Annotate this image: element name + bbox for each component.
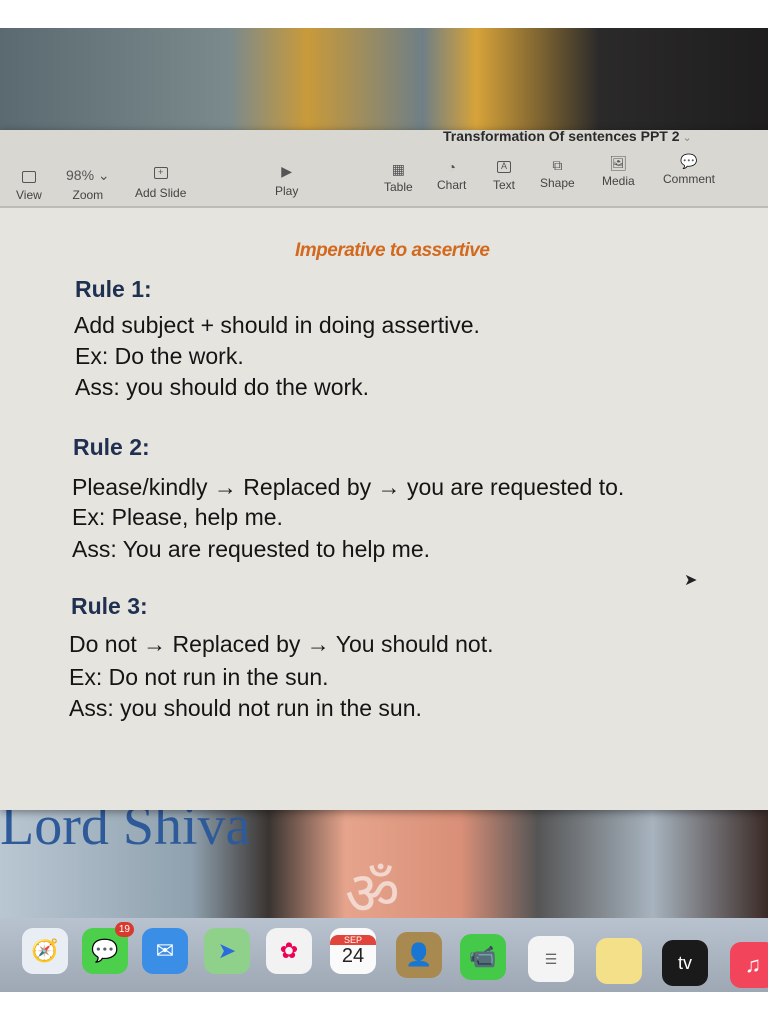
dock: 🧭 💬 19 ✉ ➤ ✿ SEP 24 👤 📹 ☰ tv ♫ bbox=[0, 918, 768, 992]
rule-3-title: Rule 3: bbox=[71, 593, 148, 619]
messages-icon[interactable]: 💬 19 bbox=[82, 922, 134, 974]
add-slide-button[interactable]: + Add Slide bbox=[135, 162, 186, 200]
calendar-icon[interactable]: SEP 24 bbox=[330, 928, 376, 974]
media-button[interactable]: 🖼 Media bbox=[602, 152, 635, 189]
comment-button[interactable]: 💬 Comment bbox=[663, 150, 715, 187]
zoom-button[interactable]: 98% ⌄ Zoom bbox=[66, 164, 110, 203]
comment-icon: 💬 bbox=[680, 152, 698, 169]
slide-heading: Imperative to assertive bbox=[295, 240, 490, 261]
play-button[interactable]: ▶ Play bbox=[275, 160, 298, 199]
rule-3-line: Ex: Do not run in the sun. bbox=[69, 664, 329, 690]
text-icon: A bbox=[497, 156, 511, 178]
messages-badge: 19 bbox=[114, 922, 134, 937]
notes-icon[interactable] bbox=[596, 938, 642, 984]
rule-1-line: Add subject + should in doing assertive. bbox=[74, 312, 480, 338]
toolbar: Transformation Of sentences PPT 2 ⌄ View … bbox=[0, 128, 768, 208]
shape-icon: ⧉ bbox=[552, 156, 563, 173]
text-button[interactable]: A Text bbox=[493, 156, 515, 192]
chart-button[interactable]: ◔ Chart bbox=[437, 156, 466, 192]
rule-2-line: Ex: Please, help me. bbox=[72, 504, 283, 530]
rule-1-line: Ass: you should do the work. bbox=[75, 374, 370, 400]
rule-2-line: Ass: You are requested to help me. bbox=[72, 536, 431, 562]
rule-2-title: Rule 2: bbox=[73, 434, 150, 460]
mail-icon[interactable]: ✉ bbox=[142, 928, 188, 974]
sidebar-icon bbox=[21, 166, 36, 188]
safari-icon[interactable]: 🧭 bbox=[22, 928, 68, 974]
music-icon[interactable]: ♫ bbox=[730, 942, 768, 988]
keynote-window: Transformation Of sentences PPT 2 ⌄ View … bbox=[0, 128, 768, 810]
shape-button[interactable]: ⧉ Shape bbox=[540, 154, 575, 191]
reminders-icon[interactable]: ☰ bbox=[528, 936, 574, 982]
rule-2-line: Please/kindly → Replaced by → you are re… bbox=[72, 474, 625, 500]
maps-icon[interactable]: ➤ bbox=[204, 928, 250, 974]
rule-1-line: Ex: Do the work. bbox=[75, 343, 244, 369]
zoom-select[interactable]: 98% ⌄ bbox=[66, 164, 110, 186]
rule-1-title: Rule 1: bbox=[75, 276, 152, 302]
media-icon: 🖼 bbox=[609, 154, 628, 171]
desktop-wallpaper-top bbox=[0, 28, 768, 133]
document-title[interactable]: Transformation Of sentences PPT 2 ⌄ bbox=[443, 128, 692, 144]
slide-canvas[interactable]: Imperative to assertive Rule 1: Add subj… bbox=[0, 210, 768, 810]
rule-3-line: Ass: you should not run in the sun. bbox=[69, 695, 422, 721]
chart-icon: ◔ bbox=[447, 159, 456, 175]
add-slide-icon: + bbox=[153, 162, 168, 184]
table-icon: ▦ bbox=[391, 160, 405, 177]
play-icon: ▶ bbox=[281, 162, 293, 179]
table-button[interactable]: ▦ Table bbox=[384, 158, 413, 195]
view-button[interactable]: View bbox=[16, 166, 42, 202]
apple-tv-icon[interactable]: tv bbox=[662, 940, 708, 986]
chevron-down-icon: ⌄ bbox=[682, 132, 692, 144]
facetime-icon[interactable]: 📹 bbox=[460, 934, 506, 980]
mouse-pointer-icon: ➤ bbox=[684, 572, 698, 589]
rule-3-line: Do not → Replaced by → You should not. bbox=[69, 631, 494, 657]
photos-icon[interactable]: ✿ bbox=[266, 928, 312, 974]
contacts-icon[interactable]: 👤 bbox=[396, 932, 442, 978]
